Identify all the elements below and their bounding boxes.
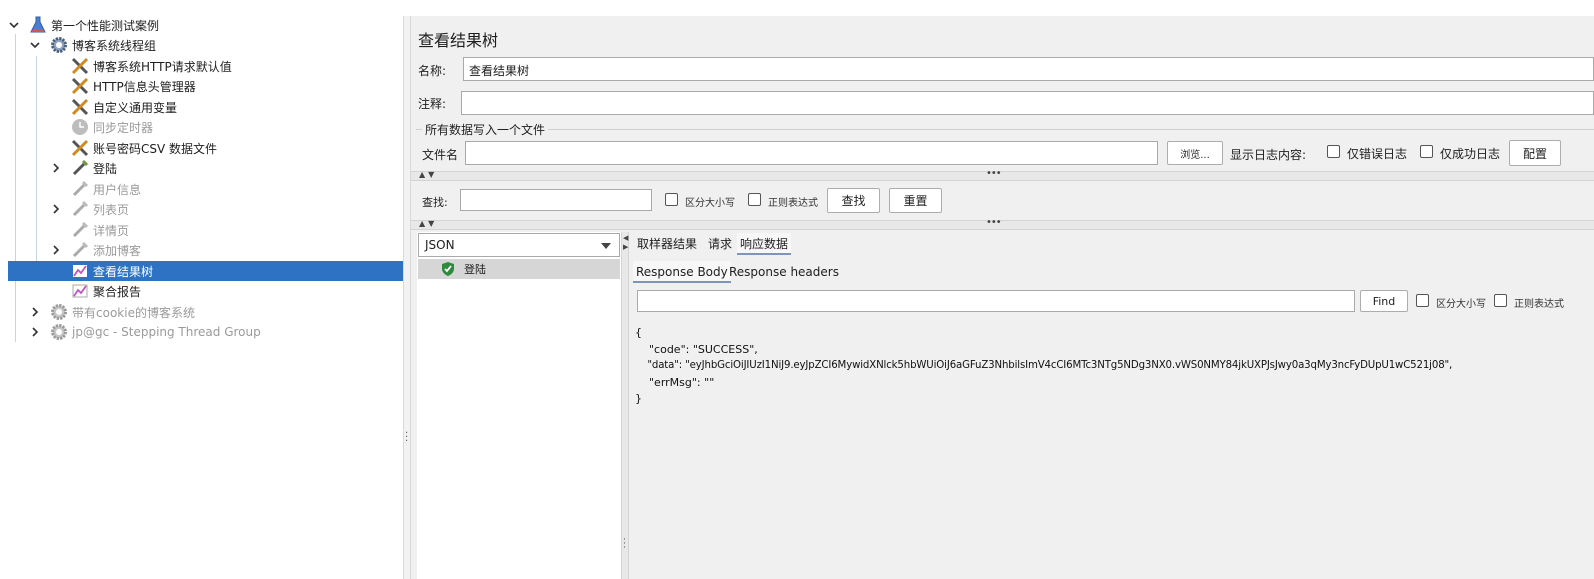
gear-icon xyxy=(49,302,69,322)
search-input[interactable] xyxy=(460,189,652,211)
graph-listener-icon xyxy=(70,281,90,301)
tree-item-test-plan[interactable]: 第一个性能测试案例 xyxy=(8,15,159,35)
sampler-pipette-icon xyxy=(70,220,90,240)
gear-icon xyxy=(49,322,69,342)
response-find-button[interactable]: Find xyxy=(1360,290,1408,312)
graph-listener-icon xyxy=(70,261,90,281)
response-find-input[interactable] xyxy=(637,290,1355,312)
name-field[interactable]: 查看结果树 xyxy=(463,57,1594,81)
tree-item-stepping-thread-group[interactable]: jp@gc - Stepping Thread Group xyxy=(29,322,261,342)
file-group-label: 所有数据写入一个文件 xyxy=(422,121,549,138)
tree-item-http-defaults[interactable]: 博客系统HTTP请求默认值 xyxy=(50,56,232,76)
chevron-right-icon[interactable] xyxy=(50,162,62,174)
flask-icon xyxy=(28,15,48,35)
response-regex-checkbox[interactable] xyxy=(1494,294,1507,307)
reset-button[interactable]: 重置 xyxy=(889,188,942,213)
tab-response-headers[interactable]: Response headers xyxy=(726,261,842,283)
sample-list-panel: JSON 登陆 xyxy=(417,232,621,579)
tree-item-detail-page[interactable]: 详情页 xyxy=(50,220,129,240)
collapse-arrows-icon[interactable]: ▲▼ xyxy=(419,219,437,228)
main-splitter[interactable]: · · · xyxy=(403,16,411,579)
regex-label: 正则表达式 xyxy=(768,198,818,209)
comment-label: 注释: xyxy=(418,97,447,111)
filename-label: 文件名 xyxy=(422,148,459,162)
renderer-select[interactable]: JSON xyxy=(418,233,620,257)
tools-icon xyxy=(70,97,90,117)
tree-item-add-blog[interactable]: 添加博客 xyxy=(50,240,141,260)
page-title: 查看结果树 xyxy=(418,31,499,50)
tree-item-user-variables[interactable]: 自定义通用变量 xyxy=(50,97,177,117)
chevron-right-icon[interactable] xyxy=(29,306,41,318)
filename-field[interactable] xyxy=(465,141,1158,165)
response-body-line: "data": "eyJhbGciOiJIUzI1NiJ9.eyJpZCI6My… xyxy=(635,360,1453,371)
regex-checkbox[interactable] xyxy=(748,193,761,206)
tab-sampler-result[interactable]: 取样器结果 xyxy=(634,233,700,255)
browse-button[interactable]: 浏览... xyxy=(1167,141,1223,165)
sampler-pipette-icon xyxy=(70,199,90,219)
view-results-tree-panel: 查看结果树 名称: 查看结果树 注释: 所有数据写入一个文件 文件名 浏览...… xyxy=(411,16,1594,579)
test-plan-tree: 第一个性能测试案例 博客系统线程组 博客系统HTTP请求默认值 HTTP信息头管… xyxy=(0,0,403,579)
find-button[interactable]: 查找 xyxy=(827,188,880,213)
tree-item-view-results-tree[interactable]: 查看结果树 xyxy=(8,261,403,281)
tools-icon xyxy=(70,138,90,158)
success-only-checkbox[interactable] xyxy=(1420,145,1433,158)
chevron-down-icon[interactable] xyxy=(8,19,20,31)
collapse-divider[interactable]: ▲▼ ••• xyxy=(411,168,1594,181)
response-case-checkbox[interactable] xyxy=(1416,294,1429,307)
tab-response-data[interactable]: 响应数据 xyxy=(737,233,792,255)
collapse-arrows-icon[interactable]: ◀ ▶ xyxy=(623,234,628,252)
chevron-right-icon[interactable] xyxy=(50,244,62,256)
chevron-down-icon[interactable] xyxy=(29,39,41,51)
tab-response-body[interactable]: Response Body xyxy=(633,261,731,283)
sampler-pipette-icon xyxy=(70,240,90,260)
search-label: 查找: xyxy=(422,196,448,209)
gear-icon xyxy=(49,35,69,55)
success-shield-icon xyxy=(442,262,454,276)
collapse-arrows-icon[interactable]: ▲▼ xyxy=(419,170,437,179)
tree-item-list-page[interactable]: 列表页 xyxy=(50,199,129,219)
splitter-grip-icon: · · · xyxy=(405,428,409,447)
tab-request[interactable]: 请求 xyxy=(705,233,735,255)
tree-item-user-info[interactable]: 用户信息 xyxy=(50,179,141,199)
response-body-line: } xyxy=(635,392,642,405)
tree-item-login[interactable]: 登陆 xyxy=(50,158,117,178)
collapse-divider[interactable]: ▲▼ ••• xyxy=(411,217,1594,230)
tree-item-aggregate-report[interactable]: 聚合报告 xyxy=(50,281,141,301)
tree-item-cookie-blog-system[interactable]: 带有cookie的博客系统 xyxy=(29,302,195,322)
response-case-label: 区分大小写 xyxy=(1436,299,1486,310)
chevron-right-icon[interactable] xyxy=(29,326,41,338)
splitter-grip-icon: · · · xyxy=(623,535,626,553)
response-body-line: "errMsg": "" xyxy=(635,375,715,389)
sampler-pipette-icon xyxy=(70,158,90,178)
response-body[interactable]: { "code": "SUCCESS", "data": "eyJhbGciOi… xyxy=(635,325,1594,579)
tree-guide-line xyxy=(15,34,16,342)
tools-icon xyxy=(70,76,90,96)
divider-grip-icon: ••• xyxy=(986,217,1002,228)
timer-icon xyxy=(70,117,90,137)
log-content-label: 显示日志内容: xyxy=(1230,148,1307,162)
configure-button[interactable]: 配置 xyxy=(1509,140,1561,166)
errors-only-label: 仅错误日志 xyxy=(1347,147,1408,161)
errors-only-checkbox[interactable] xyxy=(1327,145,1340,158)
dropdown-arrow-icon xyxy=(601,243,611,249)
tree-guide-line xyxy=(36,56,37,280)
chevron-right-icon[interactable] xyxy=(50,203,62,215)
response-regex-label: 正则表达式 xyxy=(1514,299,1564,310)
sample-list-item[interactable]: 登陆 xyxy=(418,259,620,279)
sampler-pipette-icon xyxy=(70,179,90,199)
case-sensitive-checkbox[interactable] xyxy=(665,193,678,206)
tree-item-sync-timer[interactable]: 同步定时器 xyxy=(50,117,153,137)
tree-item-csv-data[interactable]: 账号密码CSV 数据文件 xyxy=(50,138,217,158)
results-splitter[interactable]: ◀ ▶ · · · xyxy=(621,232,629,579)
tree-item-thread-group[interactable]: 博客系统线程组 xyxy=(29,35,156,55)
tools-icon xyxy=(70,56,90,76)
divider-grip-icon: ••• xyxy=(986,168,1002,179)
comment-field[interactable] xyxy=(461,91,1594,115)
response-body-line: "code": "SUCCESS", xyxy=(635,342,758,356)
response-body-line: { xyxy=(635,326,642,339)
success-only-label: 仅成功日志 xyxy=(1440,147,1501,161)
name-label: 名称: xyxy=(418,64,447,78)
case-sensitive-label: 区分大小写 xyxy=(685,198,735,209)
tree-item-header-manager[interactable]: HTTP信息头管理器 xyxy=(50,76,196,96)
